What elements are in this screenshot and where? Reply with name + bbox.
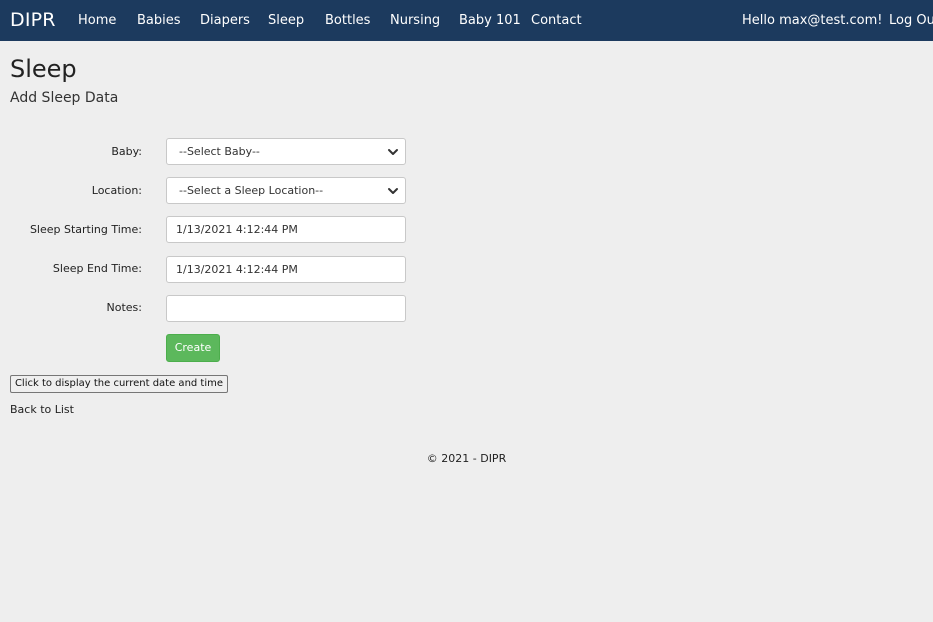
notes-label: Notes: [106, 301, 142, 314]
nav-nursing[interactable]: Nursing [390, 13, 440, 28]
location-select-value: --Select a Sleep Location-- [179, 184, 324, 197]
nav-baby-101[interactable]: Baby 101 [459, 13, 521, 28]
nav-contact[interactable]: Contact [531, 13, 582, 28]
nav-home[interactable]: Home [78, 13, 116, 28]
end-time-input[interactable]: 1/13/2021 4:12:44 PM [166, 256, 406, 283]
end-time-value: 1/13/2021 4:12:44 PM [176, 263, 298, 276]
nav-bottles[interactable]: Bottles [325, 13, 370, 28]
start-time-value: 1/13/2021 4:12:44 PM [176, 223, 298, 236]
nav-sleep[interactable]: Sleep [268, 13, 304, 28]
chevron-down-icon [387, 146, 399, 158]
baby-label: Baby: [111, 145, 142, 158]
baby-select-value: --Select Baby-- [179, 145, 260, 158]
nav-user-greeting[interactable]: Hello max@test.com! [742, 13, 882, 28]
end-time-label: Sleep End Time: [52, 262, 142, 275]
baby-select[interactable]: --Select Baby-- [166, 138, 406, 165]
notes-input[interactable] [166, 295, 406, 322]
location-select[interactable]: --Select a Sleep Location-- [166, 177, 406, 204]
start-time-label: Sleep Starting Time: [29, 223, 142, 236]
start-time-input[interactable]: 1/13/2021 4:12:44 PM [166, 216, 406, 243]
nav-logout[interactable]: Log Out [889, 13, 933, 28]
nav-diapers[interactable]: Diapers [200, 13, 250, 28]
navbar: DIPR Home Babies Diapers Sleep Bottles N… [0, 0, 933, 41]
footer: © 2021 - DIPR [426, 452, 507, 465]
create-button[interactable]: Create [166, 334, 220, 362]
display-datetime-button[interactable]: Click to display the current date and ti… [10, 375, 228, 393]
page-title: Sleep [10, 55, 77, 83]
back-to-list-link[interactable]: Back to List [10, 403, 74, 417]
brand-logo[interactable]: DIPR [10, 9, 56, 31]
page-subtitle: Add Sleep Data [10, 90, 119, 106]
nav-babies[interactable]: Babies [137, 13, 181, 28]
location-label: Location: [91, 184, 142, 197]
chevron-down-icon [387, 185, 399, 197]
